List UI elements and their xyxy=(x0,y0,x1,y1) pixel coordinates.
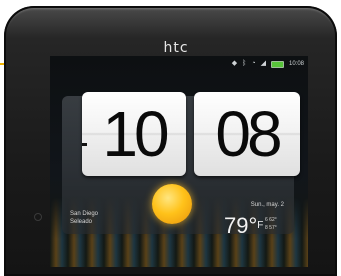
wifi-icon: ◔ xyxy=(251,60,256,67)
minute-flip-card: 08 xyxy=(194,92,300,176)
notification-icon: ◆ xyxy=(231,60,238,67)
sensor-icon xyxy=(34,213,42,221)
city-line-2: Seleado xyxy=(70,219,93,225)
high-temp: 6 62° xyxy=(265,217,277,223)
bluetooth-icon: ᛒ xyxy=(242,60,247,67)
sun-icon xyxy=(152,184,192,224)
signal-icon: ◢ xyxy=(260,60,266,67)
city-name[interactable]: San Diego Seleado xyxy=(70,210,98,226)
minute-digits: 08 xyxy=(215,98,282,170)
high-low: 6 62° 8 57° xyxy=(265,216,277,232)
hour-digits: 10 xyxy=(102,98,169,170)
battery-icon xyxy=(270,60,284,68)
temperature: 79°F xyxy=(224,214,263,238)
htc-device: htc ◆ ᛒ ◔ ◢ 10:08 10 08 San Diego Selead… xyxy=(4,6,337,276)
status-bar[interactable]: ◆ ᛒ ◔ ◢ 10:08 xyxy=(232,59,304,69)
flip-mark xyxy=(82,143,87,146)
temperature-value: 79° xyxy=(224,213,258,238)
date-label: Sun., may. 2 xyxy=(250,202,284,208)
city-line-1: San Diego xyxy=(70,211,99,217)
status-time: 10:08 xyxy=(288,61,304,67)
temperature-unit: F xyxy=(257,220,264,231)
hour-flip-card: 10 xyxy=(82,92,186,176)
low-temp: 8 57° xyxy=(265,225,277,231)
home-screen: ◆ ᛒ ◔ ◢ 10:08 10 08 San Diego Seleado Su… xyxy=(50,56,308,267)
htc-logo: htc xyxy=(163,40,189,56)
